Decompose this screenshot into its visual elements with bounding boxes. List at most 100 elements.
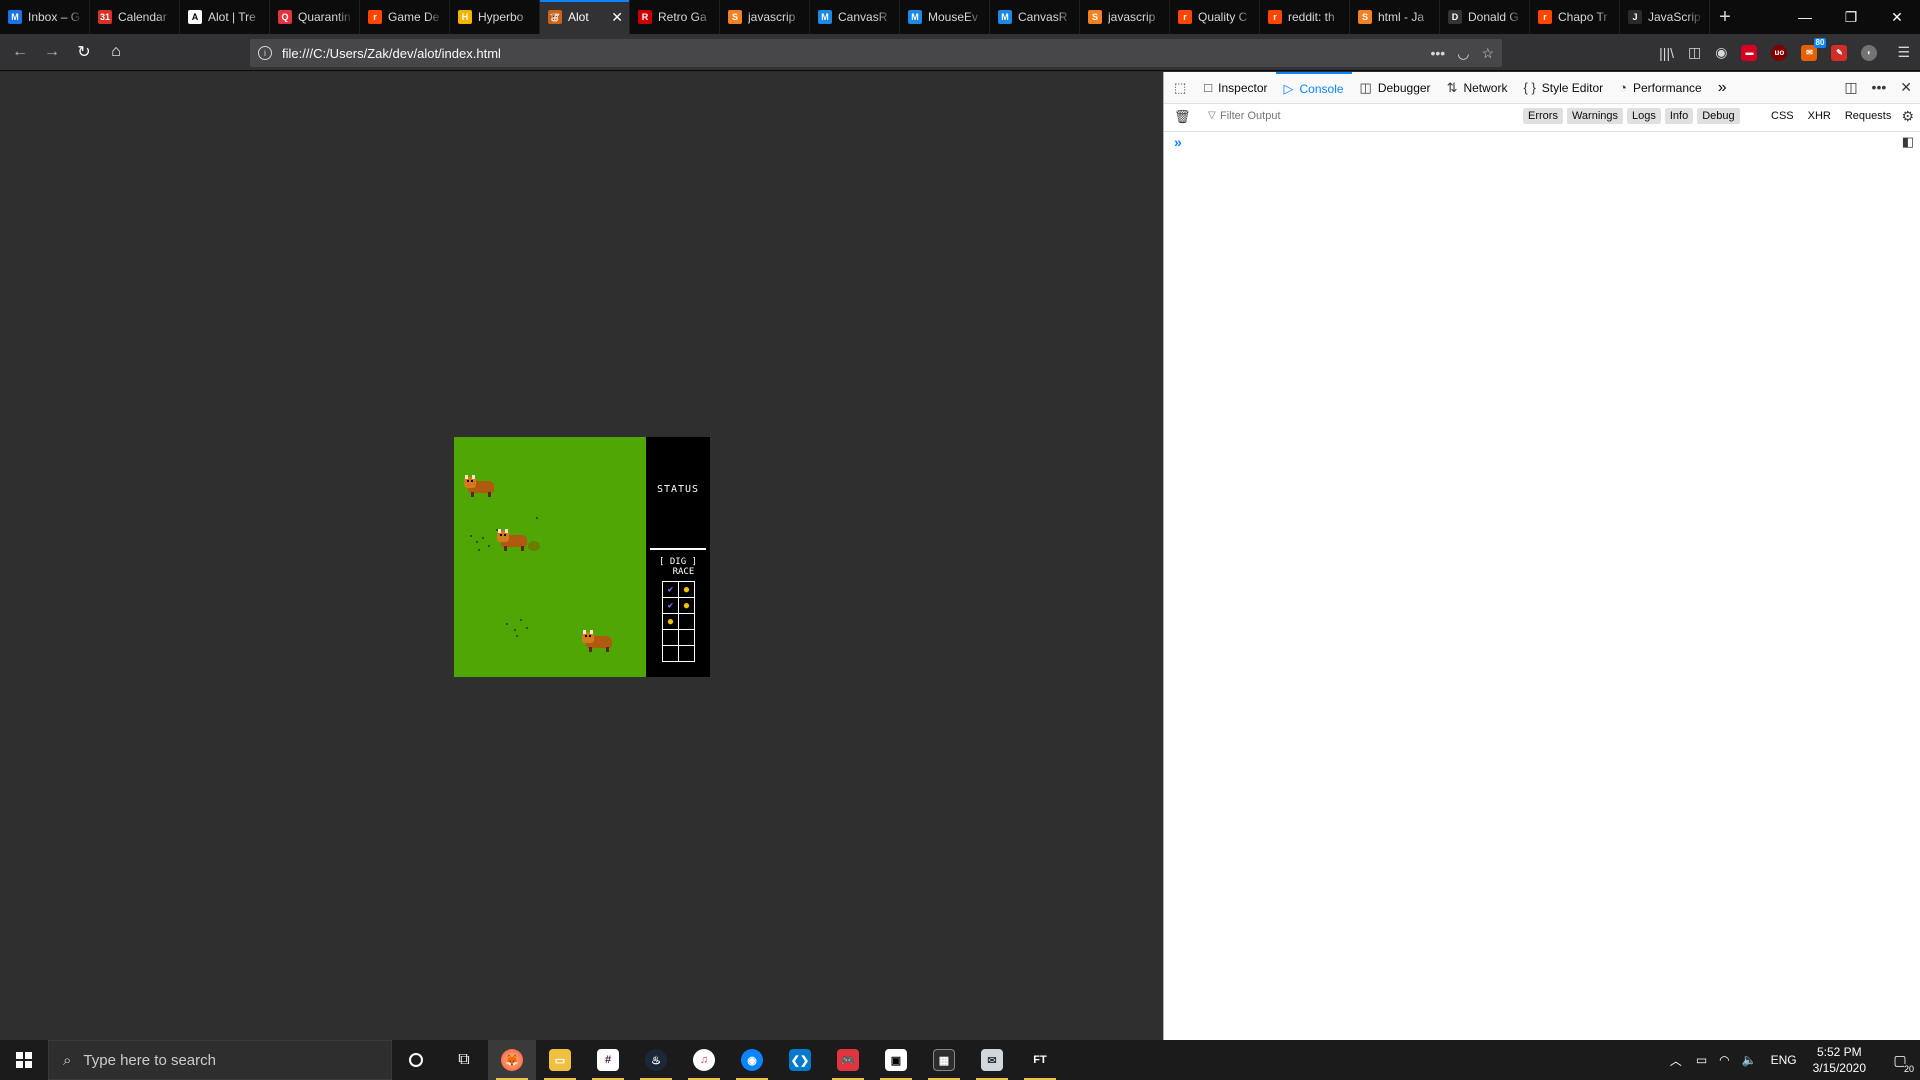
taskbar-messenger[interactable]: ◉ [728, 1040, 776, 1080]
browser-tab[interactable]: Q Quarantin [270, 0, 360, 34]
filter-logs-button[interactable]: Logs [1627, 108, 1661, 124]
browser-tab[interactable]: 31 Calendar [90, 0, 180, 34]
taskbar-ft-app[interactable]: FT [1016, 1040, 1064, 1080]
browser-tab[interactable]: 🐮 Alot ✕ [540, 0, 630, 34]
wifi-icon[interactable]: ◠ [1719, 1053, 1729, 1067]
more-tools-button[interactable]: » [1710, 72, 1735, 104]
taskbar-game-app[interactable]: 🎮 [824, 1040, 872, 1080]
browser-tab[interactable]: J JavaScrip [1620, 0, 1710, 34]
taskbar-itunes[interactable]: ♫ [680, 1040, 728, 1080]
devtools-tab-style-editor[interactable]: { } Style Editor [1515, 72, 1611, 104]
browser-tab[interactable]: A Alot | Tre [180, 0, 270, 34]
filter-requests-button[interactable]: Requests [1842, 108, 1894, 124]
sidebar-icon[interactable]: ◫ [1688, 44, 1701, 61]
battery-icon[interactable]: ▭ [1696, 1053, 1707, 1067]
start-button[interactable] [0, 1040, 48, 1080]
taskbar-slack[interactable]: # [584, 1040, 632, 1080]
browser-tab[interactable]: M CanvasR [990, 0, 1080, 34]
home-button[interactable]: ⌂ [100, 36, 132, 68]
devtools-tab-network[interactable]: ⇅ Network [1439, 72, 1516, 104]
inventory-slot[interactable] [679, 614, 694, 629]
taskbar-firefox[interactable]: 🦊 [488, 1040, 536, 1080]
taskbar-file-explorer[interactable]: ▭ [536, 1040, 584, 1080]
inventory-slot[interactable]: ✔ [663, 582, 678, 597]
url-text[interactable]: file:///C:/Users/Zak/dev/alot/index.html [282, 46, 501, 61]
browser-tab[interactable]: H Hyperbo [450, 0, 540, 34]
filter-warnings-button[interactable]: Warnings [1566, 108, 1624, 124]
devtools-close-icon[interactable]: ✕ [1900, 79, 1912, 96]
trash-icon[interactable]: 🗑 [1174, 109, 1191, 125]
taskbar-steam[interactable]: ♨ [632, 1040, 680, 1080]
account-icon[interactable]: ◉ [1715, 44, 1727, 61]
reload-button[interactable]: ↻ [68, 36, 100, 68]
devtools-tab-inspector[interactable]: □ Inspector [1196, 72, 1275, 104]
inventory-slot[interactable] [679, 646, 694, 661]
taskbar-calculator[interactable]: ▦ [920, 1040, 968, 1080]
game-canvas[interactable]: STATUS [ DIG ] RACE ✔ ● ✔ ● ● [454, 437, 710, 677]
inventory-slot[interactable]: ✔ [663, 598, 678, 613]
filter-info-button[interactable]: Info [1664, 108, 1694, 124]
library-icon[interactable]: |||\ [1659, 45, 1674, 61]
url-bar[interactable]: i file:///C:/Users/Zak/dev/alot/index.ht… [250, 39, 1502, 67]
new-tab-button[interactable]: + [1710, 0, 1740, 34]
devtools-tab-performance[interactable]: ◔ Performance [1611, 72, 1710, 104]
browser-tab[interactable]: r Quality C [1170, 0, 1260, 34]
element-picker-button[interactable]: ⬚ [1164, 72, 1196, 104]
tab-close-icon[interactable]: ✕ [611, 9, 623, 26]
volume-icon[interactable]: 🔈 [1742, 1053, 1757, 1067]
devtools-tab-console[interactable]: ▷ Console [1275, 71, 1352, 104]
menu-hamburger-icon[interactable]: ☰ [1897, 44, 1910, 61]
extension-red-icon[interactable]: ▬ [1741, 44, 1758, 61]
back-button[interactable]: ← [4, 36, 36, 68]
mode-label[interactable]: [ DIG ] RACE [648, 557, 708, 577]
filter-xhr-button[interactable]: XHR [1805, 108, 1834, 124]
filter-errors-button[interactable]: Errors [1523, 108, 1563, 124]
taskbar-vscode[interactable]: ❮❯ [776, 1040, 824, 1080]
cortana-button[interactable] [392, 1040, 440, 1080]
forward-button[interactable]: → [36, 36, 68, 68]
inventory-slot[interactable] [663, 630, 678, 645]
browser-tab[interactable]: r reddit: th [1260, 0, 1350, 34]
task-view-button[interactable]: ⧉ [440, 1040, 488, 1080]
taskbar-twitch[interactable]: ▣ [872, 1040, 920, 1080]
inventory-slot[interactable]: ● [679, 598, 694, 613]
taskbar-mail[interactable]: ✉ [968, 1040, 1016, 1080]
taskbar-search-box[interactable]: ⌕ Type here to search [48, 1040, 392, 1080]
devtools-menu-icon[interactable]: ••• [1872, 79, 1887, 96]
inventory-slot[interactable] [663, 646, 678, 661]
filter-css-button[interactable]: CSS [1768, 108, 1797, 124]
browser-tab[interactable]: r Chapo Tr [1530, 0, 1620, 34]
inventory-slot[interactable] [679, 630, 694, 645]
notification-center-icon[interactable]: ▢ 20 [1880, 1040, 1920, 1080]
window-minimize-button[interactable]: — [1782, 0, 1828, 34]
split-console-icon[interactable]: ◧ [1902, 134, 1914, 150]
lastpass-icon[interactable]: ✎ [1831, 44, 1848, 61]
browser-tab[interactable]: Sjavascrip [720, 0, 810, 34]
window-close-button[interactable]: ✕ [1874, 0, 1920, 34]
filter-output-input[interactable] [1220, 110, 1520, 122]
inventory-slot[interactable]: ● [663, 614, 678, 629]
window-restore-button[interactable]: ❐ [1828, 0, 1874, 34]
extension-badge-icon[interactable]: ✉ 80 [1801, 37, 1827, 61]
console-settings-gear-icon[interactable]: ⚙ [1901, 108, 1914, 125]
clock[interactable]: 5:52 PM 3/15/2020 [1813, 1044, 1866, 1076]
browser-tab[interactable]: M CanvasR [810, 0, 900, 34]
game-field[interactable] [454, 437, 646, 677]
browser-tab[interactable]: Shtml - Ja [1350, 0, 1440, 34]
filter-debug-button[interactable]: Debug [1697, 108, 1740, 124]
devtools-tab-debugger[interactable]: ◫ Debugger [1352, 72, 1439, 104]
language-indicator[interactable]: ENG [1771, 1053, 1797, 1067]
ublock-icon[interactable]: uo [1771, 44, 1788, 61]
pocket-icon[interactable]: ◡ [1457, 45, 1469, 62]
inventory-slot[interactable]: ● [679, 582, 694, 597]
browser-tab[interactable]: D Donald G [1440, 0, 1530, 34]
browser-tab[interactable]: R Retro Ga [630, 0, 720, 34]
bookmark-star-icon[interactable]: ☆ [1481, 45, 1494, 62]
site-info-icon[interactable]: i [258, 46, 272, 60]
page-actions-icon[interactable]: ••• [1431, 45, 1446, 61]
console-input-prompt[interactable]: » [1174, 134, 1182, 150]
browser-tab[interactable]: M Inbox – G [0, 0, 90, 34]
browser-tab[interactable]: r Game De [360, 0, 450, 34]
extension-gray-icon[interactable]: ◐ [1861, 44, 1878, 61]
browser-tab[interactable]: M MouseEv [900, 0, 990, 34]
